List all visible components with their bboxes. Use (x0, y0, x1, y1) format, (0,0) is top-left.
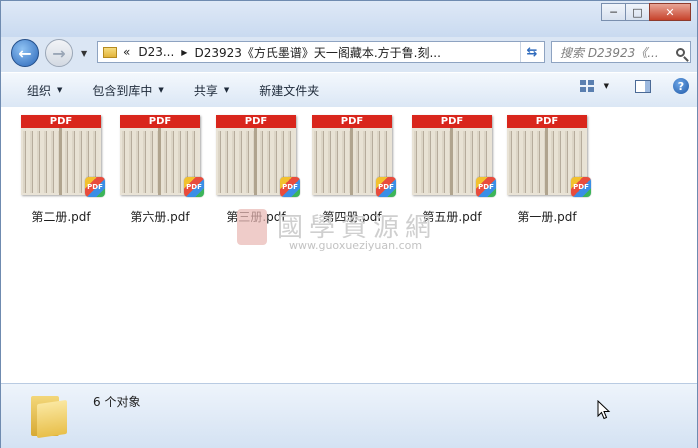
pdf-app-icon: PDF (476, 177, 496, 197)
watermark-url: www.guoxueziyuan.com (289, 239, 423, 252)
view-controls: ▼ ? (579, 78, 689, 94)
share-label: 共享 (193, 83, 218, 98)
pdf-band: PDF (21, 115, 101, 128)
folder-icon (103, 46, 117, 58)
watermark: 國學資源網 www.guoxueziyuan.com (237, 205, 477, 255)
refresh-button[interactable]: ⇆ (520, 42, 543, 62)
search-icon[interactable] (676, 47, 685, 57)
pdf-app-icon: PDF (85, 177, 105, 197)
breadcrumb-prefix[interactable]: « (123, 45, 130, 59)
pdf-band: PDF (312, 115, 392, 128)
file-name[interactable]: 第六册.pdf (112, 208, 208, 225)
recent-pages-dropdown[interactable]: ▼ (81, 49, 87, 58)
item-count: 6 个对象 (93, 395, 141, 409)
organize-button[interactable]: 组织 ▼ (17, 78, 72, 102)
minimize-button[interactable]: ─ (601, 3, 626, 21)
new-folder-label: 新建文件夹 (259, 83, 320, 98)
new-folder-button[interactable]: 新建文件夹 (249, 78, 329, 102)
back-button[interactable]: ← (11, 39, 39, 67)
chevron-down-icon: ▼ (158, 86, 164, 94)
address-bar[interactable]: « D23... ▶ D23923《方氏墨谱》天一阁藏本.方于鲁.刻... ▼ (97, 41, 545, 63)
organize-label: 组织 (27, 83, 52, 98)
navigation-bar: ← → ▼ « D23... ▶ D23923《方氏墨谱》天一阁藏本.方于鲁.刻… (1, 35, 697, 69)
file-list[interactable]: PDF PDF 第二册.pdf PDF PDF 第六册.pdf PDF PDF … (1, 107, 697, 383)
details-pane: 6 个对象 (1, 383, 697, 448)
breadcrumb-item-parent[interactable]: D23... (138, 45, 174, 59)
forward-button[interactable]: → (45, 39, 73, 67)
share-button[interactable]: 共享 ▼ (184, 78, 239, 102)
maximize-button[interactable]: □ (625, 3, 650, 21)
file-item[interactable]: PDF PDF 第六册.pdf (112, 115, 204, 224)
pdf-band: PDF (507, 115, 587, 128)
pdf-app-icon: PDF (571, 177, 591, 197)
pdf-band: PDF (216, 115, 296, 128)
file-item[interactable]: PDF PDF 第三册.pdf (208, 115, 300, 224)
preview-pane-icon[interactable] (635, 79, 651, 93)
explorer-window: ─ □ ✕ ← → ▼ « D23... ▶ D23923《方氏墨谱》天一阁藏本… (0, 0, 698, 448)
chevron-down-icon: ▼ (57, 86, 63, 94)
watermark-logo-icon (237, 209, 267, 245)
pdf-band: PDF (120, 115, 200, 128)
title-bar: ─ □ ✕ (1, 1, 697, 37)
pdf-app-icon: PDF (280, 177, 300, 197)
file-name[interactable]: 第一册.pdf (499, 208, 595, 225)
file-item[interactable]: PDF PDF 第二册.pdf (13, 115, 105, 224)
help-icon[interactable]: ? (673, 78, 689, 94)
chevron-down-icon: ▼ (223, 86, 230, 94)
file-name[interactable]: 第二册.pdf (13, 208, 109, 225)
search-placeholder: 搜索 D23923《... (560, 45, 659, 60)
window-controls: ─ □ ✕ (601, 3, 691, 21)
breadcrumb-item-current[interactable]: D23923《方氏墨谱》天一阁藏本.方于鲁.刻... (194, 44, 441, 61)
pdf-band: PDF (412, 115, 492, 128)
include-in-library-button[interactable]: 包含到库中 ▼ (82, 78, 173, 102)
file-item[interactable]: PDF PDF 第四册.pdf (304, 115, 396, 224)
mouse-cursor-icon (597, 399, 611, 420)
pdf-app-icon: PDF (184, 177, 204, 197)
change-view-icon[interactable] (579, 80, 594, 92)
folder-icon (31, 392, 71, 439)
chevron-right-icon[interactable]: ▶ (181, 48, 187, 57)
command-bar: 组织 ▼ 包含到库中 ▼ 共享 ▼ 新建文件夹 ▼ ? (1, 72, 697, 108)
file-item[interactable]: PDF PDF 第一册.pdf (499, 115, 591, 224)
search-input[interactable]: 搜索 D23923《... (551, 41, 691, 63)
pdf-app-icon: PDF (376, 177, 396, 197)
include-in-library-label: 包含到库中 (92, 83, 153, 98)
close-button[interactable]: ✕ (649, 3, 691, 21)
view-dropdown-icon[interactable]: ▼ (604, 82, 609, 90)
file-item[interactable]: PDF PDF 第五册.pdf (404, 115, 496, 224)
